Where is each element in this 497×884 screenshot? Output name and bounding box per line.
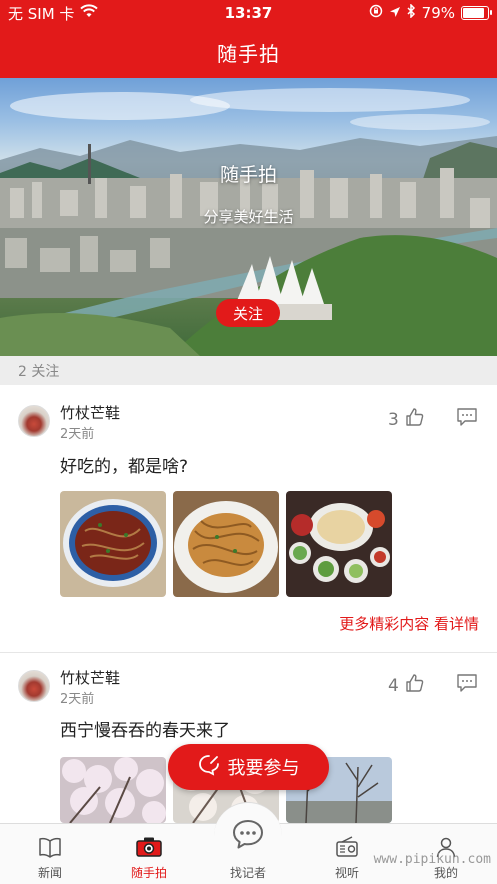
like-count: 3 <box>388 409 399 430</box>
post-username[interactable]: 竹杖芒鞋 <box>60 402 120 423</box>
banner-subtitle: 分享美好生活 <box>203 208 294 226</box>
post-card[interactable]: 竹杖芒鞋 2天前 4 西宁慢吞吞的春天来了 <box>0 653 497 823</box>
tab-label: 新闻 <box>37 866 62 880</box>
lock-rotation-icon <box>369 4 383 22</box>
comment-icon[interactable] <box>456 673 478 697</box>
thumbs-up-icon <box>405 407 425 432</box>
avatar[interactable] <box>18 670 50 702</box>
post-text: 西宁慢吞吞的春天来了 <box>60 721 230 741</box>
post-time: 2天前 <box>60 692 95 707</box>
location-icon <box>389 4 401 22</box>
banner-title: 随手拍 <box>219 164 277 186</box>
post-username[interactable]: 竹杖芒鞋 <box>60 667 120 688</box>
tab-snapshot[interactable]: 随手拍 <box>109 824 189 884</box>
post-time: 2天前 <box>60 427 95 442</box>
post-text: 好吃的，都是啥? <box>60 457 189 477</box>
post-photo[interactable] <box>286 491 392 597</box>
like-button[interactable]: 4 <box>388 673 425 698</box>
watermark-text: www.pipikun.com <box>373 852 491 867</box>
post-photo[interactable] <box>173 491 279 597</box>
status-bar: 无 SIM 卡 13:37 79% <box>0 0 497 26</box>
comment-icon[interactable] <box>456 407 478 431</box>
follow-count-text: 2 关注 <box>18 363 60 380</box>
like-button[interactable]: 3 <box>388 407 425 432</box>
nav-bar: 随手拍 <box>0 26 497 78</box>
carrier-label: 无 SIM 卡 <box>8 4 75 23</box>
edit-bubble-icon <box>198 754 220 781</box>
post-photo[interactable] <box>60 491 166 597</box>
radio-icon <box>335 836 359 862</box>
thumbs-up-icon <box>405 673 425 698</box>
battery-icon <box>461 6 492 20</box>
post-photo[interactable] <box>60 757 166 823</box>
camera-icon <box>135 836 163 862</box>
tab-news[interactable]: 新闻 <box>10 824 90 884</box>
topic-banner: 随手拍 分享美好生活 关注 <box>0 78 497 356</box>
more-details-link[interactable]: 更多精彩内容 看详情 <box>339 613 479 634</box>
tab-label: 随手拍 <box>130 866 167 880</box>
bluetooth-icon <box>407 3 416 22</box>
wifi-icon <box>80 4 99 22</box>
follow-button[interactable]: 关注 <box>216 299 280 327</box>
join-button-label: 我要参与 <box>227 758 300 779</box>
join-button[interactable]: 我要参与 <box>168 744 329 790</box>
follow-count-bar: 2 关注 <box>0 356 497 385</box>
chat-bubble-icon[interactable] <box>230 816 266 852</box>
like-count: 4 <box>388 675 399 696</box>
post-card[interactable]: 竹杖芒鞋 2天前 3 好吃的，都是啥? 更多精彩内容 看详情 <box>0 385 497 652</box>
avatar[interactable] <box>18 405 50 437</box>
book-icon <box>38 836 62 862</box>
page-title: 随手拍 <box>217 41 280 66</box>
battery-percent: 79% <box>421 4 455 22</box>
tab-label: 找记者 <box>229 866 266 880</box>
